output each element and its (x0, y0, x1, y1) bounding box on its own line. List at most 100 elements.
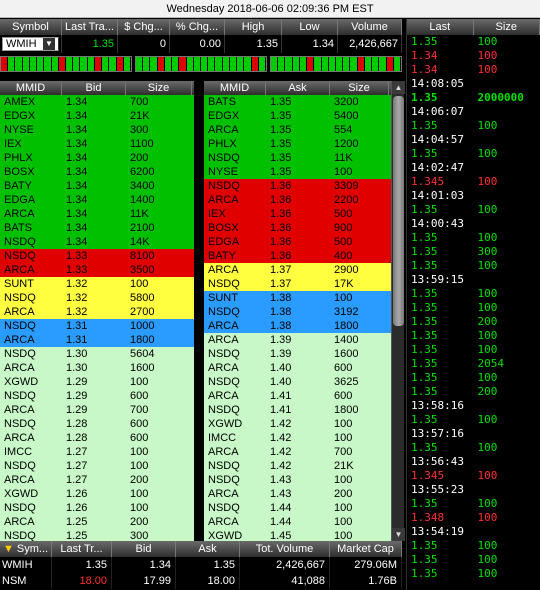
bid-row[interactable]: BATY 1.34 3400 (0, 179, 194, 193)
ask-row[interactable]: EDGX 1.35 5400 (204, 109, 391, 123)
ts-trade-row[interactable]: 1.35 100 (407, 203, 540, 217)
ask-row[interactable]: BOSX 1.36 900 (204, 221, 391, 235)
ts-trade-row[interactable]: 1.345 100 (407, 469, 540, 483)
ts-trade-row[interactable]: 1.35 2000000 (407, 91, 540, 105)
wl-col-symbol[interactable]: ▼ Sym... (0, 541, 52, 557)
ask-row[interactable]: BATY 1.36 400 (204, 249, 391, 263)
ask-col-price[interactable]: Ask (266, 81, 330, 95)
bid-row[interactable]: XGWD 1.29 100 (0, 375, 194, 389)
sort-desc-icon[interactable]: ▼ (3, 543, 14, 555)
ask-row[interactable]: NSDQ 1.41 1800 (204, 403, 391, 417)
ts-trade-row[interactable]: 1.35 200 (407, 385, 540, 399)
bid-row[interactable]: BOSX 1.34 6200 (0, 165, 194, 179)
ts-trade-row[interactable]: 1.35 100 (407, 259, 540, 273)
bid-row[interactable]: ARCA 1.33 3500 (0, 263, 194, 277)
ask-row[interactable]: NSDQ 1.44 100 (204, 501, 391, 515)
ask-row[interactable]: ARCA 1.38 1800 (204, 319, 391, 333)
ask-row[interactable]: NSDQ 1.37 17K (204, 277, 391, 291)
bid-row[interactable]: ARCA 1.34 11K (0, 207, 194, 221)
ts-trade-row[interactable]: 1.35 100 (407, 147, 540, 161)
ask-row[interactable]: BATS 1.35 3200 (204, 95, 391, 109)
ask-row[interactable]: XGWD 1.42 100 (204, 417, 391, 431)
bid-row[interactable]: NSDQ 1.34 14K (0, 235, 194, 249)
ask-row[interactable]: ARCA 1.37 2900 (204, 263, 391, 277)
wl-col-volume[interactable]: Tot. Volume (240, 541, 330, 557)
col-volume[interactable]: Volume (338, 19, 402, 35)
scroll-up-arrow-icon[interactable]: ▲ (392, 81, 405, 94)
ask-row[interactable]: EDGA 1.36 500 (204, 235, 391, 249)
col-dollar-change[interactable]: $ Chg... (118, 19, 170, 35)
ts-trade-row[interactable]: 1.35 2054 (407, 357, 540, 371)
ts-trade-row[interactable]: 1.35 100 (407, 35, 540, 49)
ts-trade-row[interactable]: 1.35 100 (407, 413, 540, 427)
ts-trade-row[interactable]: 1.35 100 (407, 371, 540, 385)
col-low[interactable]: Low (282, 19, 338, 35)
bid-row[interactable]: NSDQ 1.26 100 (0, 501, 194, 515)
ask-row[interactable]: ARCA 1.39 1400 (204, 333, 391, 347)
wl-col-ask[interactable]: Ask (176, 541, 240, 557)
wl-col-market-cap[interactable]: Market Cap (330, 541, 402, 557)
bid-row[interactable]: ARCA 1.32 2700 (0, 305, 194, 319)
ask-row[interactable]: NSDQ 1.43 100 (204, 473, 391, 487)
bid-row[interactable]: ARCA 1.25 200 (0, 515, 194, 529)
ask-row[interactable]: NSDQ 1.38 3192 (204, 305, 391, 319)
bid-row[interactable]: NYSE 1.34 300 (0, 123, 194, 137)
ts-trade-row[interactable]: 1.35 100 (407, 539, 540, 553)
ts-trade-row[interactable]: 1.34 100 (407, 49, 540, 63)
bid-col-mmid[interactable]: MMID (0, 81, 62, 95)
col-percent-change[interactable]: % Chg... (170, 19, 225, 35)
bid-row[interactable]: ARCA 1.29 700 (0, 403, 194, 417)
symbol-select[interactable]: WMIH ▼ (2, 37, 59, 51)
ask-row[interactable]: ARCA 1.42 700 (204, 445, 391, 459)
bid-col-size[interactable]: Size (126, 81, 192, 95)
bid-row[interactable]: NSDQ 1.31 1000 (0, 319, 194, 333)
bid-row[interactable]: NSDQ 1.29 600 (0, 389, 194, 403)
bid-row[interactable]: EDGX 1.34 21K (0, 109, 194, 123)
ts-trade-row[interactable]: 1.35 100 (407, 567, 540, 581)
wl-col-last[interactable]: Last Tr... (52, 541, 112, 557)
ts-trade-row[interactable]: 1.35 100 (407, 441, 540, 455)
bid-row[interactable]: ARCA 1.31 1800 (0, 333, 194, 347)
ask-row[interactable]: ARCA 1.40 600 (204, 361, 391, 375)
ts-trade-row[interactable]: 1.35 100 (407, 287, 540, 301)
ts-trade-row[interactable]: 1.35 100 (407, 301, 540, 315)
bid-col-price[interactable]: Bid (62, 81, 126, 95)
bid-row[interactable]: ARCA 1.27 200 (0, 473, 194, 487)
ask-row[interactable]: ARCA 1.36 2200 (204, 193, 391, 207)
scroll-down-arrow-icon[interactable]: ▼ (392, 528, 405, 541)
ts-trade-row[interactable]: 1.345 100 (407, 175, 540, 189)
scroll-thumb[interactable] (393, 96, 404, 326)
col-symbol[interactable]: Symbol (0, 19, 62, 35)
book-scrollbar[interactable]: ▲ ▼ (391, 81, 405, 541)
bid-row[interactable]: XGWD 1.26 100 (0, 487, 194, 501)
ask-row[interactable]: NSDQ 1.42 21K (204, 459, 391, 473)
bid-row[interactable]: ARCA 1.28 600 (0, 431, 194, 445)
ask-row[interactable]: NSDQ 1.39 1600 (204, 347, 391, 361)
ask-row[interactable]: IEX 1.36 500 (204, 207, 391, 221)
ask-row[interactable]: NSDQ 1.35 11K (204, 151, 391, 165)
col-last-trade[interactable]: Last Tra... (62, 19, 118, 35)
bid-row[interactable]: NSDQ 1.32 5800 (0, 291, 194, 305)
watchlist-row[interactable]: NSM 18.00 17.99 18.00 41,088 1.76B (0, 573, 402, 589)
bid-row[interactable]: NSDQ 1.28 600 (0, 417, 194, 431)
ts-trade-row[interactable]: 1.35 100 (407, 343, 540, 357)
bid-row[interactable]: ARCA 1.30 1600 (0, 361, 194, 375)
ask-row[interactable]: NYSE 1.35 100 (204, 165, 391, 179)
ask-row[interactable]: IMCC 1.42 100 (204, 431, 391, 445)
ts-col-size[interactable]: Size (474, 19, 540, 35)
ask-row[interactable]: PHLX 1.35 1200 (204, 137, 391, 151)
ask-row[interactable]: ARCA 1.44 100 (204, 515, 391, 529)
bid-row[interactable]: IMCC 1.27 100 (0, 445, 194, 459)
chevron-down-icon[interactable]: ▼ (43, 38, 55, 50)
ask-col-mmid[interactable]: MMID (204, 81, 266, 95)
col-high[interactable]: High (225, 19, 282, 35)
bid-row[interactable]: NSDQ 1.30 5604 (0, 347, 194, 361)
ask-row[interactable]: ARCA 1.43 200 (204, 487, 391, 501)
bid-row[interactable]: AMEX 1.34 700 (0, 95, 194, 109)
ask-col-size[interactable]: Size (330, 81, 389, 95)
bid-row[interactable]: BATS 1.34 2100 (0, 221, 194, 235)
ask-row[interactable]: ARCA 1.35 554 (204, 123, 391, 137)
ts-trade-row[interactable]: 1.35 100 (407, 231, 540, 245)
ts-col-last[interactable]: Last (407, 19, 474, 35)
ask-row[interactable]: NSDQ 1.36 3309 (204, 179, 391, 193)
